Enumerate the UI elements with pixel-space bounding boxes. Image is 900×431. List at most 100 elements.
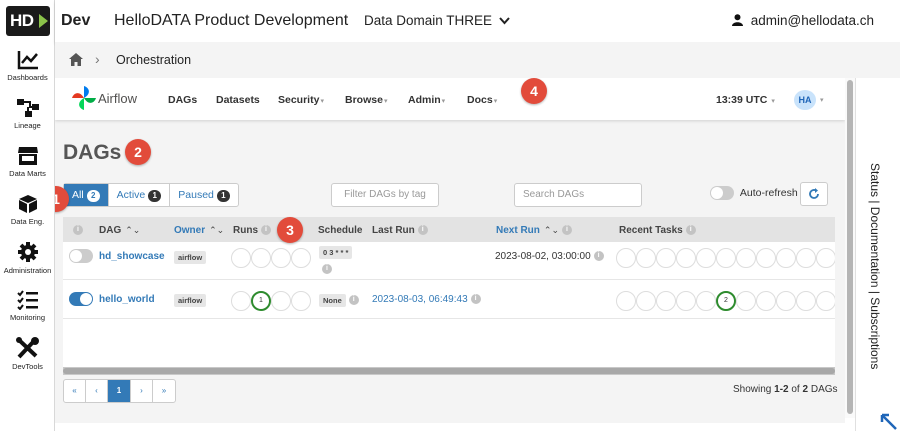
task-circle[interactable] [616, 248, 636, 268]
task-circle[interactable] [756, 248, 776, 268]
table-row: hd_showcase airflow 0 3 * * * i 2023-08-… [63, 242, 835, 280]
filter-all-button[interactable]: All 2 [64, 184, 109, 206]
resize-arrow-icon[interactable] [879, 413, 899, 431]
schedule-info[interactable]: i [319, 264, 332, 275]
dag-link[interactable]: hd_showcase [99, 251, 165, 262]
sidebar-item-devtools[interactable]: DevTools [0, 337, 55, 371]
sidebar-item-data-marts[interactable]: Data Marts [0, 146, 55, 178]
avatar[interactable]: HA [794, 90, 816, 110]
sidebar-item-administration[interactable]: Administration [0, 241, 55, 275]
user-menu[interactable]: admin@hellodata.ch [731, 13, 874, 28]
run-circle[interactable] [291, 248, 311, 268]
dag-link[interactable]: hello_world [99, 294, 155, 305]
sidebar-item-label: Data Marts [9, 169, 46, 178]
task-circle[interactable] [716, 248, 736, 268]
page-next-button[interactable]: › [131, 380, 153, 402]
scrollbar-thumb[interactable] [63, 368, 835, 374]
nav-admin[interactable]: Admin▾ [408, 94, 445, 106]
header-next-run[interactable]: Next Run ⌃⌄ i [496, 225, 572, 236]
nav-dags[interactable]: DAGs [168, 94, 197, 106]
page-first-button[interactable]: « [64, 380, 86, 402]
nav-docs[interactable]: Docs▾ [467, 94, 497, 106]
filter-active-button[interactable]: Active 1 [109, 184, 171, 206]
task-circle[interactable] [756, 291, 776, 311]
logo-arrow-icon [39, 14, 48, 28]
task-circle[interactable] [616, 291, 636, 311]
run-circle[interactable] [231, 291, 251, 311]
sidebar-item-monitoring[interactable]: Monitoring [0, 290, 55, 322]
header-owner[interactable]: Owner ⌃⌄ [174, 225, 224, 236]
task-circle[interactable] [816, 248, 835, 268]
task-circle[interactable] [796, 248, 816, 268]
refresh-button[interactable] [800, 182, 828, 206]
dag-toggle[interactable] [69, 249, 93, 263]
search-dags-input[interactable]: Search DAGs [514, 183, 642, 207]
task-circle[interactable] [676, 248, 696, 268]
dag-toggle[interactable] [69, 292, 93, 306]
run-circle[interactable] [271, 291, 291, 311]
header-label: Schedule [318, 225, 363, 236]
task-circle[interactable] [676, 291, 696, 311]
info-icon: i [685, 225, 696, 236]
annotation-badge-2: 2 [125, 139, 151, 165]
header-dag[interactable]: DAG ⌃⌄ [99, 225, 140, 236]
hellodata-logo[interactable]: HD [6, 6, 50, 36]
home-icon[interactable] [69, 53, 83, 66]
run-circle[interactable] [251, 248, 271, 268]
nav-browse[interactable]: Browse▾ [345, 94, 387, 106]
run-circle-success[interactable]: 1 [251, 291, 271, 311]
nav-datasets[interactable]: Datasets [216, 94, 260, 106]
header-label: Last Run [372, 225, 415, 236]
run-circle[interactable] [271, 248, 291, 268]
owner-tag[interactable]: airflow [174, 251, 207, 264]
page-prev-button[interactable]: ‹ [86, 380, 108, 402]
task-circle[interactable] [736, 248, 756, 268]
task-circle[interactable] [736, 291, 756, 311]
dag-switch[interactable] [69, 292, 93, 306]
airflow-pinwheel-icon[interactable] [71, 85, 97, 111]
checklist-icon [16, 290, 38, 310]
sidebar-item-lineage[interactable]: Lineage [0, 98, 55, 130]
schedule-tag[interactable]: 0 3 * * * [319, 246, 353, 259]
tools-icon [15, 337, 39, 359]
dag-switch[interactable] [69, 249, 93, 263]
last-run-cell[interactable]: 2023-08-03, 06:49:43 i [372, 294, 481, 305]
utc-time[interactable]: 13:39 UTC ▾ [716, 94, 775, 106]
nav-label: DAGs [168, 94, 198, 106]
task-circle[interactable] [816, 291, 835, 311]
task-circle[interactable] [776, 291, 796, 311]
airflow-logo-text[interactable]: Airflow [98, 91, 137, 106]
auto-refresh-toggle[interactable]: Auto-refresh [710, 186, 798, 200]
task-circle[interactable] [636, 291, 656, 311]
info-icon: i [593, 251, 604, 262]
task-circle[interactable] [656, 291, 676, 311]
table-horizontal-scrollbar[interactable] [63, 367, 835, 375]
count-badge: 1 [148, 190, 162, 202]
filter-paused-button[interactable]: Paused 1 [170, 184, 238, 206]
schedule-tag[interactable]: None i [319, 294, 359, 307]
task-circle[interactable] [636, 248, 656, 268]
task-circle[interactable] [776, 248, 796, 268]
task-circle[interactable] [696, 291, 716, 311]
nav-security[interactable]: Security▾ [278, 94, 324, 106]
owner-tag[interactable]: airflow [174, 294, 207, 307]
task-circle[interactable] [656, 248, 676, 268]
sidebar-item-data-eng[interactable]: Data Eng. [0, 194, 55, 226]
task-circle[interactable] [696, 248, 716, 268]
sidebar-item-label: DevTools [12, 362, 43, 371]
sidebar-item-dashboards[interactable]: Dashboards [0, 50, 55, 82]
run-circle[interactable] [291, 291, 311, 311]
task-circle-success[interactable]: 2 [716, 291, 736, 311]
run-circle[interactable] [231, 248, 251, 268]
domain-selector[interactable]: Data Domain THREE [364, 13, 510, 28]
pagination: « ‹ 1 › » [63, 379, 176, 403]
page-last-button[interactable]: » [153, 380, 175, 402]
frame-scrollbar-thumb[interactable] [847, 80, 853, 414]
info-icon: i [322, 264, 332, 275]
filter-tags-input[interactable]: Filter DAGs by tag [331, 183, 439, 207]
page-current-button[interactable]: 1 [108, 380, 131, 402]
header-label: Owner [174, 225, 206, 236]
task-circle[interactable] [796, 291, 816, 311]
auto-refresh-switch[interactable] [710, 186, 734, 200]
rail-tabs[interactable]: Status | Documentation | Subscriptions [868, 163, 882, 369]
